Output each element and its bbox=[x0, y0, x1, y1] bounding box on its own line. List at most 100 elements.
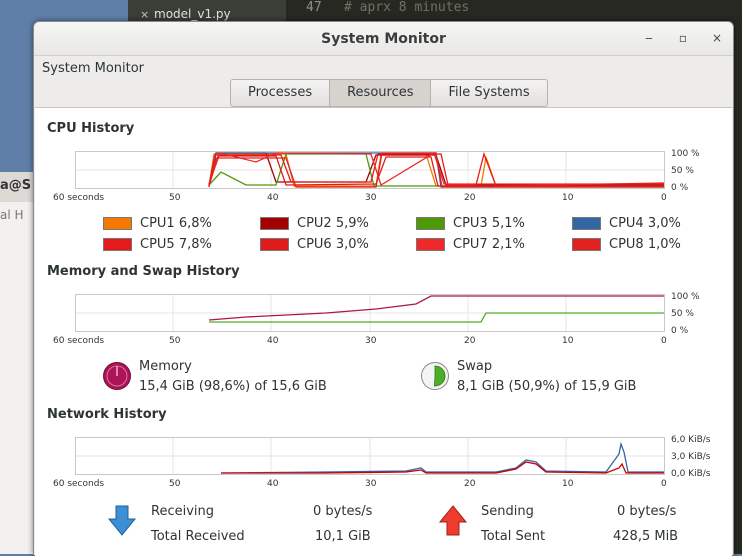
cpu-y-tick: 50 % bbox=[671, 166, 694, 176]
system-monitor-window: System Monitor ‒ ▫ × System Monitor Proc… bbox=[33, 21, 734, 556]
tab-processes[interactable]: Processes bbox=[230, 79, 331, 107]
receiving-label: Receiving bbox=[151, 504, 215, 519]
menu-system-monitor[interactable]: System Monitor bbox=[42, 61, 144, 76]
sending-label: Sending bbox=[481, 504, 534, 519]
cpu6-color-swatch[interactable] bbox=[260, 238, 289, 251]
cpu1-value: 6,8% bbox=[178, 216, 212, 231]
cpu7-legend[interactable]: CPU7 2,1% bbox=[416, 236, 525, 253]
cpu3-color-swatch[interactable] bbox=[416, 217, 445, 230]
cpu3-value: 5,1% bbox=[491, 216, 525, 231]
x-tick: 50 bbox=[169, 479, 181, 489]
swap-pie-icon[interactable] bbox=[420, 361, 450, 391]
tab-file-systems[interactable]: File Systems bbox=[431, 79, 548, 107]
x-tick: 10 bbox=[562, 479, 574, 489]
network-history-title: Network History bbox=[47, 407, 167, 422]
resources-panel: CPU History 100 % 50 % 0 % 60 seconds 50… bbox=[35, 107, 732, 556]
cpu7-color-swatch[interactable] bbox=[416, 238, 445, 251]
cpu4-value: 3,0% bbox=[647, 216, 681, 231]
cpu5-label: CPU5 bbox=[140, 237, 175, 252]
memory-pie-icon[interactable] bbox=[102, 361, 132, 391]
cpu2-legend[interactable]: CPU2 5,9% bbox=[260, 215, 369, 232]
close-icon[interactable]: × bbox=[140, 8, 149, 21]
memory-value: 15,4 GiB (98,6%) of 15,6 GiB bbox=[139, 379, 327, 394]
code-line: # aprx 8 minutes bbox=[344, 0, 470, 15]
cpu8-value: 1,0% bbox=[647, 237, 681, 252]
sending-value: 0 bytes/s bbox=[617, 504, 677, 519]
memory-graph-svg bbox=[76, 295, 664, 331]
cpu6-value: 3,0% bbox=[335, 237, 369, 252]
cpu-history-title: CPU History bbox=[47, 121, 135, 136]
cpu1-label: CPU1 bbox=[140, 216, 175, 231]
memory-label: Memory bbox=[139, 359, 192, 374]
minimize-button[interactable]: ‒ bbox=[640, 29, 658, 47]
cpu1-color-swatch[interactable] bbox=[103, 217, 132, 230]
cpu-y-tick: 0 % bbox=[671, 183, 689, 193]
cpu-graph-svg bbox=[76, 152, 664, 188]
total-sent-value: 428,5 MiB bbox=[613, 529, 679, 544]
cpu5-legend[interactable]: CPU5 7,8% bbox=[103, 236, 212, 253]
x-tick: 20 bbox=[464, 193, 476, 203]
x-tick: 60 seconds bbox=[53, 193, 105, 203]
cpu2-value: 5,9% bbox=[335, 216, 369, 231]
x-tick: 30 bbox=[365, 193, 377, 203]
cpu2-label: CPU2 bbox=[297, 216, 332, 231]
memory-history-title: Memory and Swap History bbox=[47, 264, 240, 279]
x-tick: 40 bbox=[267, 336, 279, 346]
swap-line bbox=[209, 312, 664, 323]
x-tick: 40 bbox=[267, 479, 279, 489]
terminal-host: a@S bbox=[0, 178, 32, 193]
x-tick: 0 bbox=[661, 193, 667, 203]
cpu1-legend[interactable]: CPU1 6,8% bbox=[103, 215, 212, 232]
memory-y-tick: 50 % bbox=[671, 309, 694, 319]
tab-resources[interactable]: Resources bbox=[330, 79, 432, 107]
cpu6-label: CPU6 bbox=[297, 237, 332, 252]
cpu8-legend[interactable]: CPU8 1,0% bbox=[572, 236, 681, 253]
cpu8-color-swatch[interactable] bbox=[572, 238, 601, 251]
cpu7-value: 2,1% bbox=[491, 237, 525, 252]
x-tick: 50 bbox=[169, 336, 181, 346]
swap-value: 8,1 GiB (50,9%) of 15,9 GiB bbox=[457, 379, 637, 394]
terminal-text: al H bbox=[0, 208, 24, 222]
arrow-up-icon[interactable] bbox=[438, 505, 468, 537]
cpu4-color-swatch[interactable] bbox=[572, 217, 601, 230]
cpu8-label: CPU8 bbox=[609, 237, 644, 252]
x-tick: 30 bbox=[365, 336, 377, 346]
arrow-down-icon[interactable] bbox=[107, 505, 137, 537]
maximize-button[interactable]: ▫ bbox=[674, 29, 692, 47]
title-bar[interactable]: System Monitor ‒ ▫ × bbox=[34, 22, 733, 56]
memory-graph bbox=[75, 294, 665, 332]
network-y-tick: 3,0 KiB/s bbox=[671, 452, 711, 462]
x-tick: 20 bbox=[464, 479, 476, 489]
cpu-graph bbox=[75, 151, 665, 189]
x-tick: 60 seconds bbox=[53, 479, 105, 489]
memory-line bbox=[208, 295, 664, 321]
network-y-tick: 0,0 KiB/s bbox=[671, 469, 711, 479]
receiving-value: 0 bytes/s bbox=[313, 504, 373, 519]
x-tick: 20 bbox=[464, 336, 476, 346]
terminal-header: a@S bbox=[0, 172, 34, 202]
memory-y-tick: 0 % bbox=[671, 326, 689, 336]
x-tick: 0 bbox=[661, 479, 667, 489]
x-tick: 10 bbox=[562, 193, 574, 203]
line-number: 47 bbox=[306, 0, 322, 15]
x-tick: 10 bbox=[562, 336, 574, 346]
cpu3-legend[interactable]: CPU3 5,1% bbox=[416, 215, 525, 232]
memory-y-tick: 100 % bbox=[671, 292, 700, 302]
window-title: System Monitor bbox=[321, 31, 446, 47]
cpu6-legend[interactable]: CPU6 3,0% bbox=[260, 236, 369, 253]
network-graph bbox=[75, 437, 665, 475]
cpu5-color-swatch[interactable] bbox=[103, 238, 132, 251]
tab-bar: Processes Resources File Systems bbox=[230, 79, 548, 107]
x-tick: 60 seconds bbox=[53, 336, 105, 346]
total-received-value: 10,1 GiB bbox=[315, 529, 371, 544]
total-received-label: Total Received bbox=[151, 529, 245, 544]
x-tick: 0 bbox=[661, 336, 667, 346]
cpu4-label: CPU4 bbox=[609, 216, 644, 231]
cpu2-color-swatch[interactable] bbox=[260, 217, 289, 230]
cpu4-legend[interactable]: CPU4 3,0% bbox=[572, 215, 681, 232]
receiving-line bbox=[220, 441, 664, 474]
network-y-tick: 6,0 KiB/s bbox=[671, 435, 711, 445]
cpu5-value: 7,8% bbox=[178, 237, 212, 252]
close-button[interactable]: × bbox=[708, 29, 726, 47]
x-tick: 40 bbox=[267, 193, 279, 203]
